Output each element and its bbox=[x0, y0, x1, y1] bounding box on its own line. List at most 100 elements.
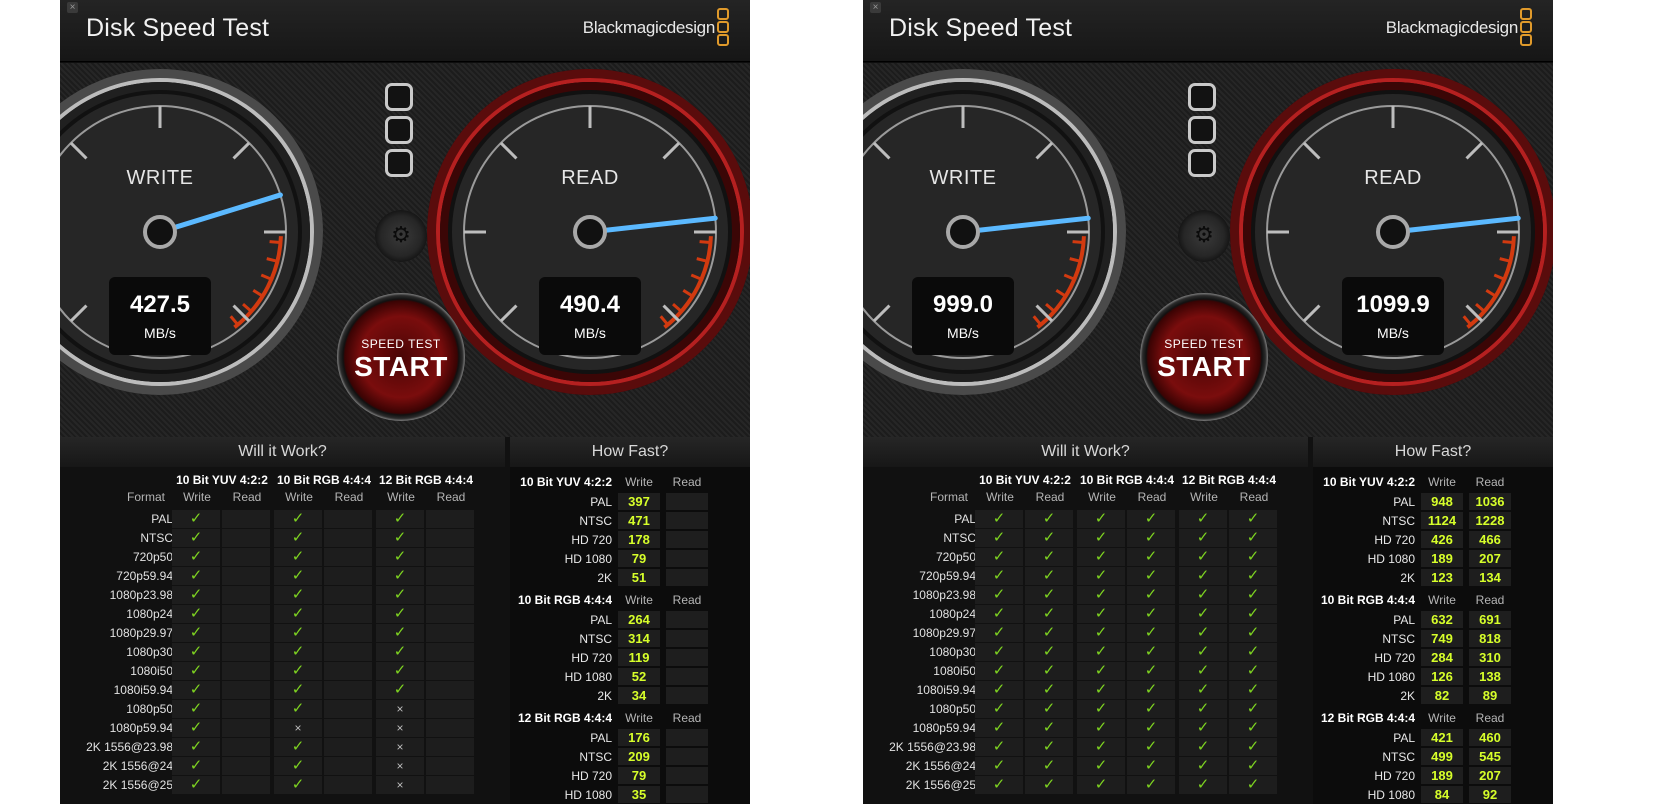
checkmark-icon: ✓ bbox=[1025, 529, 1073, 547]
checkmark-icon: ✓ bbox=[376, 510, 424, 528]
write-speed-value: 427.5 bbox=[129, 291, 191, 318]
empty-cell bbox=[324, 586, 372, 604]
results-panel: Will it Work? 10 Bit YUV 4:2:2 Write Read 10… bbox=[863, 437, 1553, 804]
read-fps-value bbox=[666, 493, 708, 510]
settings-button[interactable]: ⚙ bbox=[1178, 210, 1230, 262]
write-fps-value: 82 bbox=[1421, 687, 1463, 704]
checkmark-icon: ✓ bbox=[975, 681, 1023, 699]
empty-cell bbox=[426, 757, 474, 775]
empty-cell bbox=[222, 643, 270, 661]
checkmark-icon: ✓ bbox=[376, 624, 424, 642]
read-column-header: Read bbox=[1475, 593, 1505, 607]
empty-cell bbox=[222, 624, 270, 642]
format-name: 1080p24 bbox=[126, 607, 173, 621]
checkmark-icon: ✓ bbox=[1025, 586, 1073, 604]
format-row: 2K 1556@25 ✓ ✓ × bbox=[68, 776, 498, 795]
format-name: 1080p23.98 bbox=[109, 588, 173, 602]
read-fps-value: 818 bbox=[1469, 630, 1511, 647]
speed-row: PAL 397 bbox=[514, 493, 738, 511]
checkmark-icon: ✓ bbox=[1077, 510, 1125, 528]
write-column-header: Write bbox=[285, 490, 313, 504]
checkmark-icon: ✓ bbox=[274, 548, 322, 566]
speed-row: 2K 34 bbox=[514, 687, 738, 705]
empty-cell bbox=[426, 586, 474, 604]
empty-cell bbox=[426, 624, 474, 642]
how-fast-heading: How Fast? bbox=[1313, 437, 1553, 467]
close-icon[interactable]: × bbox=[67, 2, 78, 13]
write-fps-value: 79 bbox=[618, 767, 660, 784]
format-name: 720p59.94 bbox=[116, 569, 173, 583]
checkmark-icon: ✓ bbox=[1179, 567, 1227, 585]
checkmark-icon: ✓ bbox=[1229, 624, 1277, 642]
format-row: 1080p50 ✓ ✓ ✓ ✓ ✓ ✓ bbox=[871, 700, 1301, 719]
empty-cell bbox=[426, 681, 474, 699]
speed-group-header: 12 Bit RGB 4:4:4 Write Read bbox=[1317, 709, 1541, 727]
speed-row: 2K 82 89 bbox=[1317, 687, 1541, 705]
checkmark-icon: ✓ bbox=[1025, 510, 1073, 528]
write-fps-value: 264 bbox=[618, 611, 660, 628]
format-name: 2K 1556@25 bbox=[102, 778, 173, 792]
empty-cell bbox=[324, 624, 372, 642]
checkmark-icon: ✓ bbox=[1077, 700, 1125, 718]
read-column-header: Read bbox=[334, 490, 364, 504]
cross-icon: × bbox=[376, 757, 424, 775]
checkmark-icon: ✓ bbox=[1229, 510, 1277, 528]
checkmark-icon: ✓ bbox=[274, 776, 322, 794]
checkmark-icon: ✓ bbox=[1077, 757, 1125, 775]
title-bar: × Disk Speed Test Blackmagicdesign bbox=[863, 0, 1553, 62]
speed-group-name: 12 Bit RGB 4:4:4 bbox=[1320, 711, 1415, 725]
checkmark-icon: ✓ bbox=[1025, 624, 1073, 642]
speed-row: PAL 632 691 bbox=[1317, 611, 1541, 629]
checkmark-icon: ✓ bbox=[1229, 776, 1277, 794]
settings-button[interactable]: ⚙ bbox=[375, 210, 427, 262]
checkmark-icon: ✓ bbox=[274, 510, 322, 528]
format-row: 1080p29.97 ✓ ✓ ✓ ✓ ✓ ✓ bbox=[871, 624, 1301, 643]
red-zone-tick bbox=[269, 240, 281, 245]
speed-group-name: 12 Bit RGB 4:4:4 bbox=[517, 711, 612, 725]
format-name: 720p50 bbox=[935, 550, 976, 564]
write-fps-value: 426 bbox=[1421, 531, 1463, 548]
checkmark-icon: ✓ bbox=[1179, 510, 1227, 528]
checkmark-icon: ✓ bbox=[274, 624, 322, 642]
empty-cell bbox=[426, 643, 474, 661]
empty-cell bbox=[324, 662, 372, 680]
checkmark-icon: ✓ bbox=[1077, 586, 1125, 604]
read-fps-value bbox=[666, 611, 708, 628]
format-name: 720p59.94 bbox=[919, 569, 976, 583]
checkmark-icon: ✓ bbox=[1077, 548, 1125, 566]
checkmark-icon: ✓ bbox=[172, 643, 220, 661]
format-name: 1080i59.94 bbox=[916, 683, 976, 697]
write-fps-value: 209 bbox=[618, 748, 660, 765]
speed-group-header: 10 Bit RGB 4:4:4 Write Read bbox=[514, 591, 738, 609]
window-title: Disk Speed Test bbox=[86, 14, 270, 42]
read-fps-value bbox=[666, 668, 708, 685]
empty-cell bbox=[426, 719, 474, 737]
checkmark-icon: ✓ bbox=[376, 586, 424, 604]
read-fps-value bbox=[666, 569, 708, 586]
read-fps-value bbox=[666, 748, 708, 765]
close-icon[interactable]: × bbox=[870, 2, 881, 13]
format-row: PAL ✓ ✓ ✓ ✓ ✓ ✓ bbox=[871, 510, 1301, 529]
speed-test-start-button[interactable]: SPEED TEST START bbox=[337, 293, 465, 421]
speed-format-name: HD 720 bbox=[571, 651, 612, 665]
checkmark-icon: ✓ bbox=[1025, 643, 1073, 661]
format-row: 2K 1556@25 ✓ ✓ ✓ ✓ ✓ ✓ bbox=[871, 776, 1301, 795]
format-group-header: 12 Bit RGB 4:4:4 bbox=[378, 473, 474, 487]
checkmark-icon: ✓ bbox=[172, 529, 220, 547]
start-button-label: START bbox=[1157, 351, 1251, 382]
speed-row: HD 1080 52 bbox=[514, 668, 738, 686]
will-it-work-heading: Will it Work? bbox=[863, 437, 1308, 467]
empty-cell bbox=[222, 567, 270, 585]
read-fps-value: 89 bbox=[1469, 687, 1511, 704]
format-row: 1080p23.98 ✓ ✓ ✓ ✓ ✓ ✓ bbox=[871, 586, 1301, 605]
read-fps-value bbox=[666, 786, 708, 803]
speed-row: HD 720 284 310 bbox=[1317, 649, 1541, 667]
speed-row: HD 720 189 207 bbox=[1317, 767, 1541, 785]
speed-test-start-button[interactable]: SPEED TEST START bbox=[1140, 293, 1268, 421]
checkmark-icon: ✓ bbox=[1077, 567, 1125, 585]
checkmark-icon: ✓ bbox=[1229, 719, 1277, 737]
brand-logo-icon bbox=[717, 8, 730, 47]
read-fps-value bbox=[666, 687, 708, 704]
write-speed-value: 999.0 bbox=[932, 291, 994, 318]
format-row: 1080p24 ✓ ✓ ✓ bbox=[68, 605, 498, 624]
